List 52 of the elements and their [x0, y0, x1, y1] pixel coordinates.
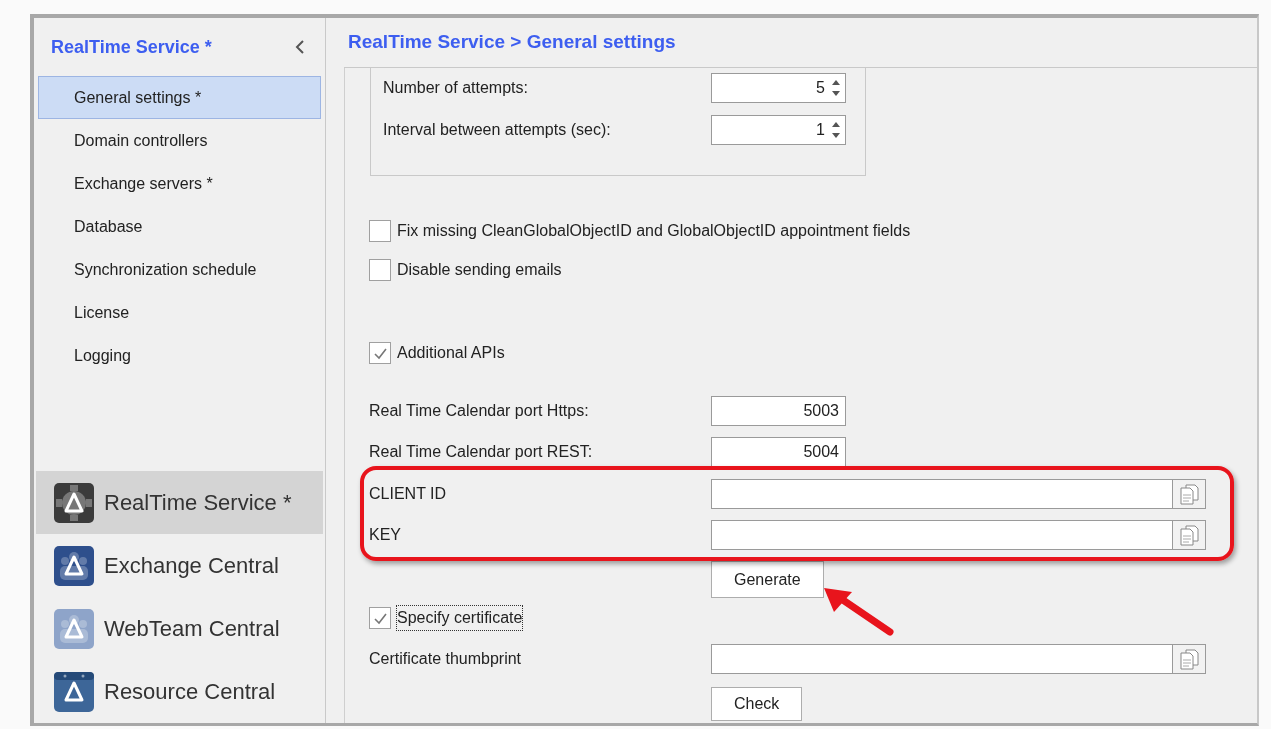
field-label: Certificate thumbprint [369, 649, 523, 669]
checkbox-label: Fix missing CleanGlobalObjectID and GlobalObjectID appointment fields [397, 221, 911, 241]
sidebar-item[interactable]: License [38, 291, 321, 334]
field-label: CLIENT ID [369, 484, 448, 504]
checkbox[interactable] [369, 220, 391, 242]
app-icon [54, 671, 94, 712]
app-item[interactable]: Resource Central [36, 660, 323, 723]
checkbox[interactable] [369, 259, 391, 281]
check-icon [372, 611, 388, 625]
number-field[interactable]: 5003 [711, 396, 846, 426]
copy-button[interactable] [1172, 480, 1205, 508]
spin-arrows-icon [831, 122, 841, 138]
field-label: KEY [369, 525, 402, 545]
app-item[interactable]: RealTime Service * [36, 471, 323, 534]
action-button[interactable]: Check [711, 687, 803, 721]
app-icon [54, 482, 94, 523]
collapse-icon[interactable] [295, 39, 305, 55]
checkbox-label: Specify certificate [397, 606, 523, 630]
checkbox[interactable] [369, 342, 391, 364]
field-label: Real Time Calendar port REST: [369, 442, 594, 462]
app-item[interactable]: WebTeam Central [36, 597, 323, 660]
number-spinner[interactable]: 1 [711, 115, 846, 145]
app-icon [54, 545, 94, 586]
app-icon [54, 608, 94, 649]
text-field[interactable] [711, 479, 1206, 509]
spin-arrows-icon [831, 80, 841, 96]
sidebar-title: RealTime Service * [51, 35, 212, 59]
sidebar-item[interactable]: Logging [38, 334, 321, 377]
text-field[interactable] [711, 520, 1206, 550]
sidebar-item[interactable]: Synchronization schedule [38, 248, 321, 291]
number-field[interactable]: 5004 [711, 437, 846, 467]
field-label: Real Time Calendar port Https: [369, 401, 590, 421]
action-button[interactable]: Generate [711, 561, 824, 598]
copy-icon [1178, 524, 1200, 546]
copy-icon [1178, 483, 1200, 505]
checkbox[interactable] [369, 607, 391, 629]
checkbox-label: Disable sending emails [397, 260, 562, 280]
number-spinner[interactable]: 5 [711, 73, 846, 103]
copy-button[interactable] [1172, 645, 1205, 673]
field-label: Number of attempts: [383, 78, 529, 98]
check-icon [372, 346, 388, 360]
text-field[interactable] [711, 644, 1206, 674]
sidebar-item[interactable]: General settings * [38, 76, 321, 119]
page-title: RealTime Service > General settings [348, 30, 676, 55]
checkbox-label: Additional APIs [397, 343, 505, 363]
copy-icon [1178, 648, 1200, 670]
field-label: Interval between attempts (sec): [383, 120, 612, 140]
sidebar-item[interactable]: Domain controllers [38, 119, 321, 162]
sidebar-item[interactable]: Exchange servers * [38, 162, 321, 205]
sidebar-item[interactable]: Database [38, 205, 321, 248]
copy-button[interactable] [1172, 521, 1205, 549]
app-item[interactable]: Exchange Central [36, 534, 323, 597]
